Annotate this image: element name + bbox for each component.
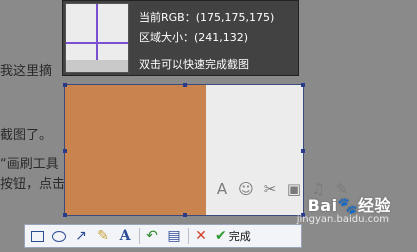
crosshair-horizontal (66, 42, 128, 44)
ellipse-icon (52, 230, 66, 242)
watermark-url: jingyan.baidu.com (296, 214, 389, 225)
done-label: 完成 (228, 230, 251, 243)
text-tool-button[interactable]: A (115, 226, 135, 246)
font-icon: A (216, 180, 228, 198)
resize-handle-bottom-left[interactable] (63, 213, 67, 217)
resize-handle-middle-right[interactable] (301, 149, 305, 153)
resize-handle-bottom-center[interactable] (183, 213, 187, 217)
watermark-logo: Bai🐾经验 (307, 196, 391, 215)
double-click-hint: 双击可以快速完成截图 (139, 58, 249, 71)
resize-handle-top-right[interactable] (301, 83, 305, 87)
emoji-icon: ☺ (238, 180, 254, 198)
rectangle-icon (30, 230, 44, 242)
scissors-icon: ✂ (263, 180, 277, 198)
brush-icon: ✎ (97, 228, 109, 244)
resize-handle-top-left[interactable] (63, 83, 67, 87)
arrow-icon: ↗ (75, 228, 87, 244)
save-icon: ▤ (167, 228, 181, 244)
region-size-label: 区域大小：(241,132) (139, 31, 249, 44)
background-text-line: 我这里摘 (0, 64, 53, 79)
current-rgb-label: 当前RGB：(175,175,175) (139, 11, 275, 24)
background-text-line: 截图了。 (0, 128, 53, 143)
resize-handle-top-center[interactable] (183, 83, 187, 87)
brush-tool-button[interactable]: ✎ (93, 226, 113, 246)
undo-icon: ↶ (146, 228, 158, 244)
background-text-line: “画刷工具 (0, 157, 59, 172)
resize-handle-middle-left[interactable] (63, 149, 67, 153)
toolbar-divider (139, 228, 140, 244)
rectangle-tool-button[interactable] (27, 226, 47, 246)
arrow-tool-button[interactable]: ↗ (71, 226, 91, 246)
text-icon: A (119, 228, 131, 244)
cancel-button[interactable]: ✕ (191, 226, 211, 246)
magnifier-preview (65, 3, 129, 73)
cancel-icon: ✕ (195, 228, 207, 244)
image-icon: ▣ (286, 180, 302, 198)
done-button[interactable]: ✔ 完成 (215, 228, 251, 244)
save-button[interactable]: ▤ (164, 226, 184, 246)
capture-info-panel: 当前RGB：(175,175,175) 区域大小：(241,132) 双击可以快… (62, 0, 299, 76)
ellipse-tool-button[interactable] (49, 226, 69, 246)
background-text-line: 按钮，点击 (0, 177, 66, 192)
magnifier-bottom-strip (66, 60, 128, 72)
capture-toolbar: ↗ ✎ A ↶ ▤ ✕ ✔ 完成 (24, 224, 302, 248)
check-icon: ✔ (215, 228, 227, 244)
toolbar-divider (188, 228, 189, 244)
undo-button[interactable]: ↶ (142, 226, 162, 246)
